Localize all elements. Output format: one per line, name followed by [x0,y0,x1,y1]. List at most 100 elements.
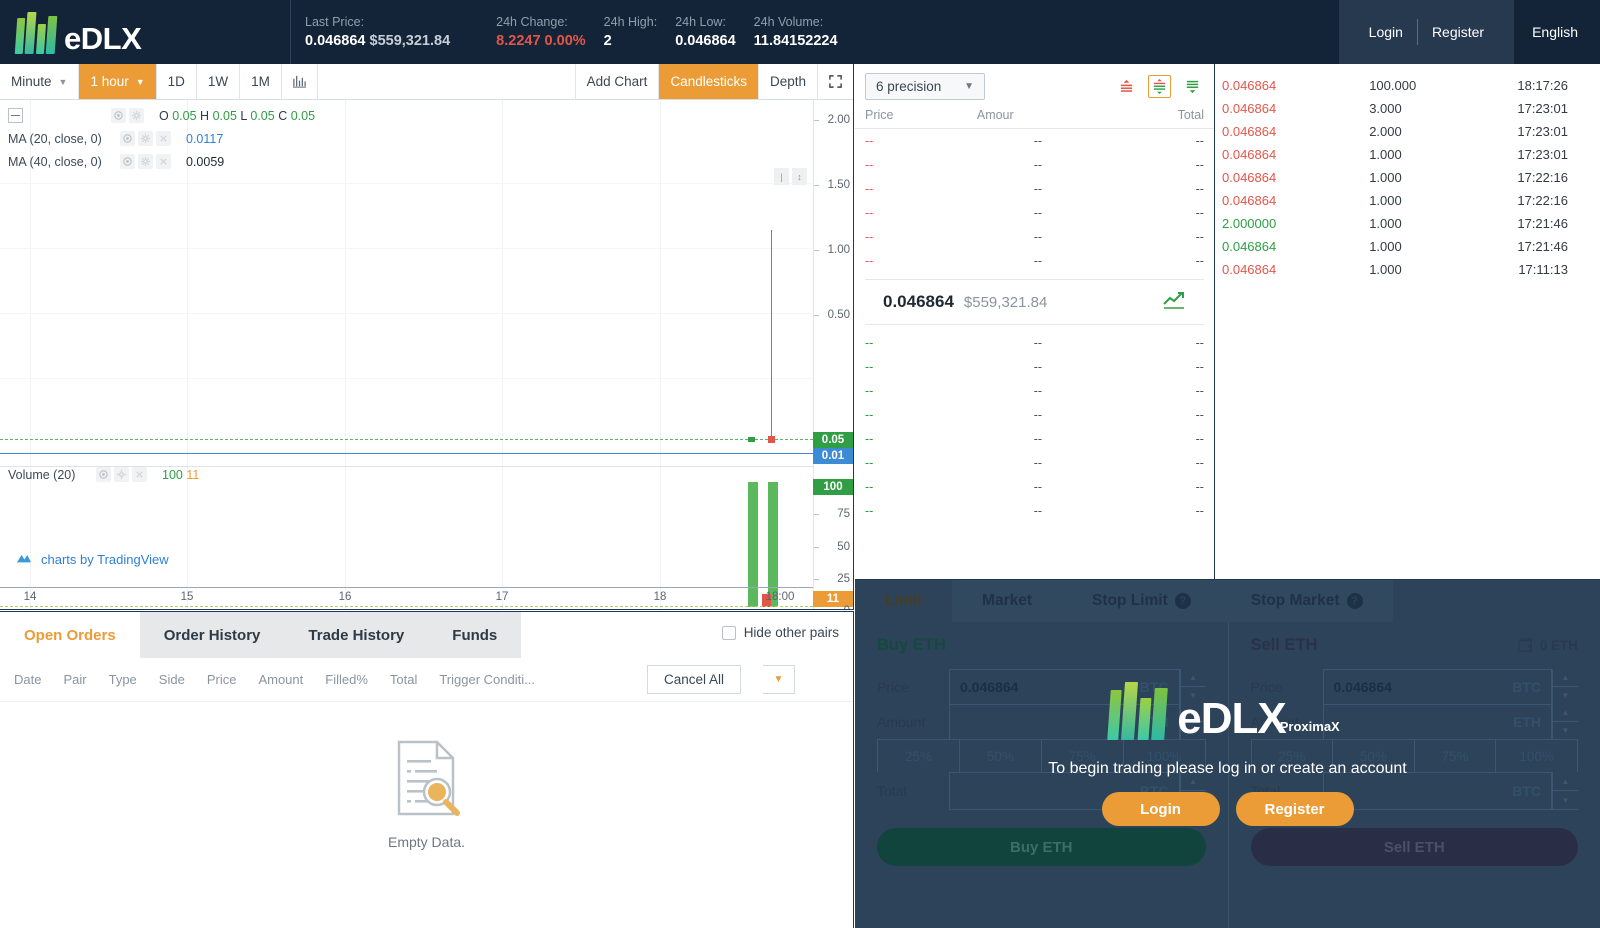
brand-logo[interactable]: eDLX ProximaX [0,0,290,64]
buy-pct-75[interactable]: 75% [1042,740,1124,772]
eye-icon[interactable] [111,108,126,123]
sell-pct-75[interactable]: 75% [1415,740,1497,772]
stepper-up-icon[interactable]: ▲ [1553,669,1578,687]
orderbook-row[interactable]: ------ [855,379,1214,403]
tab-trade-history[interactable]: Trade History [284,612,428,658]
orderbook-row[interactable]: ------ [855,331,1214,355]
trade-row[interactable]: 0.0468642.00017:23:01 [1216,120,1600,143]
stepper-down-icon[interactable]: ▼ [1553,687,1578,704]
close-icon[interactable] [156,131,171,146]
chart-type-candlesticks[interactable]: Candlesticks [659,64,759,99]
sell-total-input[interactable]: BTC [1323,772,1553,810]
buy-pct-50[interactable]: 50% [960,740,1042,772]
tab-limit[interactable]: Limit [855,580,952,622]
trade-row[interactable]: 2.0000001.00017:21:46 [1216,212,1600,235]
tab-open-orders[interactable]: Open Orders [0,612,140,658]
trade-row[interactable]: 0.0468641.00017:23:01 [1216,143,1600,166]
overlay-register-button[interactable]: Register [1236,792,1354,826]
sell-pct-25[interactable]: 25% [1252,740,1334,772]
stepper-up-icon[interactable]: ▲ [1181,704,1206,722]
hide-other-pairs-toggle[interactable]: Hide other pairs [722,625,839,640]
precision-selector[interactable]: 6 precision ▼ [865,73,985,100]
eye-icon[interactable] [96,467,111,482]
trade-row[interactable]: 0.0468641.00017:22:16 [1216,189,1600,212]
interval-1m[interactable]: 1M [240,64,282,99]
orderbook-row[interactable]: ------ [855,225,1214,249]
interval-1d[interactable]: 1D [157,64,197,99]
register-link[interactable]: Register [1418,0,1498,64]
orderbook-row[interactable]: ------ [855,475,1214,499]
sell-total-stepper[interactable]: ▲▼ [1552,772,1578,810]
eye-icon[interactable] [120,131,135,146]
hide-other-pairs-checkbox[interactable] [722,626,736,640]
tab-funds[interactable]: Funds [428,612,521,658]
interval-1w[interactable]: 1W [197,64,240,99]
collapse-icon[interactable] [8,108,23,123]
sell-price-stepper[interactable]: ▲▼ [1552,669,1578,704]
stepper-up-icon[interactable]: ▲ [1181,772,1206,791]
stepper-down-icon[interactable]: ▼ [1553,791,1578,809]
sell-pct-100[interactable]: 100% [1496,740,1577,772]
sell-price-input[interactable]: 0.046864 BTC [1323,669,1553,704]
gear-icon[interactable] [138,131,153,146]
sell-amount-stepper[interactable]: ▲▼ [1552,704,1578,739]
buy-submit-button[interactable]: Buy ETH [877,828,1206,866]
stepper-up-icon[interactable]: ▲ [1553,772,1578,791]
chart-scale-buttons[interactable]: | ↕ [774,168,807,185]
tradingview-credit[interactable]: charts by TradingView [14,552,169,567]
interval-minute[interactable]: Minute ▼ [0,64,79,99]
help-icon[interactable]: ? [1347,593,1363,609]
buy-price-input[interactable]: 0.046864 BTC [949,669,1180,704]
help-icon[interactable]: ? [1175,593,1191,609]
stepper-up-icon[interactable]: ▲ [1553,704,1578,722]
orderbook-row[interactable]: ------ [855,177,1214,201]
chart-canvas[interactable]: O 0.05 H 0.05 L 0.05 C 0.05 MA (20, clos… [0,100,853,609]
interval-1hour[interactable]: 1 hour ▼ [79,64,156,99]
orderbook-row[interactable]: ------ [855,355,1214,379]
trade-row[interactable]: 0.0468643.00017:23:01 [1216,97,1600,120]
stepper-down-icon[interactable]: ▼ [1553,722,1578,739]
buy-pct-25[interactable]: 25% [878,740,960,772]
chart-type-depth[interactable]: Depth [759,64,818,99]
orderbook-both-icon[interactable] [1148,75,1171,98]
add-chart-button[interactable]: Add Chart [576,64,660,99]
orderbook-row[interactable]: ------ [855,427,1214,451]
gear-icon[interactable] [138,154,153,169]
sell-amount-input[interactable]: ETH [1323,704,1553,739]
eye-icon[interactable] [120,154,135,169]
orderbook-asks-only-icon[interactable] [1115,75,1138,98]
trade-row[interactable]: 0.0468641.00017:22:16 [1216,166,1600,189]
scale-updown-icon[interactable]: ↕ [792,168,807,185]
cancel-all-dropdown-icon[interactable]: ▼ [763,665,795,694]
buy-pct-100[interactable]: 100% [1124,740,1205,772]
scale-left-icon[interactable]: | [774,168,789,185]
orderbook-row[interactable]: ------ [855,499,1214,523]
language-selector[interactable]: English [1514,0,1600,64]
stepper-up-icon[interactable]: ▲ [1181,669,1206,687]
tab-market[interactable]: Market [952,580,1062,622]
tab-stop-market[interactable]: Stop Market ? [1221,580,1393,622]
buy-price-stepper[interactable]: ▲▼ [1180,669,1206,704]
sell-pct-50[interactable]: 50% [1333,740,1415,772]
orderbook-row[interactable]: ------ [855,249,1214,273]
orderbook-bids-only-icon[interactable] [1181,75,1204,98]
orderbook-row[interactable]: ------ [855,153,1214,177]
orderbook-row[interactable]: ------ [855,451,1214,475]
orderbook-row[interactable]: ------ [855,129,1214,153]
trade-row[interactable]: 0.0468641.00017:11:13 [1216,258,1600,281]
close-icon[interactable] [156,154,171,169]
stepper-down-icon[interactable]: ▼ [1181,722,1206,739]
close-icon[interactable] [132,467,147,482]
orderbook-row[interactable]: ------ [855,201,1214,225]
orderbook-row[interactable]: ------ [855,403,1214,427]
gear-icon[interactable] [114,467,129,482]
cancel-all-button[interactable]: Cancel All [647,665,741,694]
trade-row[interactable]: 0.0468641.00017:21:46 [1216,235,1600,258]
login-link[interactable]: Login [1355,0,1417,64]
gear-icon[interactable] [129,108,144,123]
stepper-down-icon[interactable]: ▼ [1181,687,1206,704]
overlay-login-button[interactable]: Login [1102,792,1220,826]
tab-stop-limit[interactable]: Stop Limit ? [1062,580,1221,622]
buy-amount-input[interactable]: ETH [949,704,1180,739]
indicators-icon[interactable] [282,64,318,99]
